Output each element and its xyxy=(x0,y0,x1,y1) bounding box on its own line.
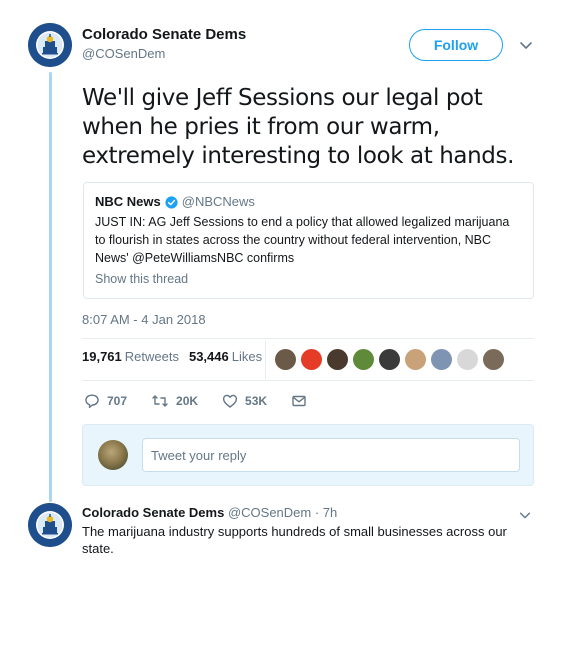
retweet-button[interactable]: 20K xyxy=(151,393,198,409)
user-handle[interactable]: @COSenDem xyxy=(82,44,246,64)
tweet-header: Colorado Senate Dems @COSenDem xyxy=(82,26,246,64)
reply-composer: Tweet your reply xyxy=(82,424,534,486)
liker-avatar[interactable] xyxy=(431,349,452,370)
show-thread-link[interactable]: Show this thread xyxy=(95,270,522,288)
avatar-colorado-senate-dems[interactable] xyxy=(28,23,72,67)
liker-avatar[interactable] xyxy=(379,349,400,370)
tweet-text: We'll give Jeff Sessions our legal pot w… xyxy=(82,85,514,169)
quoted-display-name: NBC News xyxy=(95,194,161,209)
liker-avatar[interactable] xyxy=(405,349,426,370)
display-name[interactable]: Colorado Senate Dems xyxy=(82,26,246,44)
retweets-label[interactable]: Retweets xyxy=(125,349,179,364)
follow-button[interactable]: Follow xyxy=(409,29,503,61)
liker-avatar[interactable] xyxy=(353,349,374,370)
liker-avatar[interactable] xyxy=(483,349,504,370)
divider xyxy=(82,338,534,339)
liker-avatar[interactable] xyxy=(275,349,296,370)
quoted-tweet[interactable]: NBC News @NBCNews JUST IN: AG Jeff Sessi… xyxy=(83,182,534,299)
user-handle[interactable]: @COSenDem xyxy=(228,505,311,520)
liker-avatar[interactable] xyxy=(457,349,478,370)
quoted-tweet-header: NBC News @NBCNews xyxy=(95,193,522,211)
chevron-down-icon[interactable] xyxy=(518,508,532,522)
divider xyxy=(82,380,534,381)
verified-badge-icon xyxy=(165,195,178,209)
tweet-stats: 19,761 Retweets 53,446 Likes xyxy=(82,349,262,364)
likers-avatars xyxy=(275,349,509,370)
retweets-count[interactable]: 19,761 xyxy=(82,349,122,364)
like-button[interactable]: 53K xyxy=(222,393,267,409)
direct-message-button[interactable] xyxy=(291,393,314,409)
chevron-down-icon[interactable] xyxy=(518,37,534,53)
likes-label[interactable]: Likes xyxy=(232,349,262,364)
liker-avatar[interactable] xyxy=(301,349,322,370)
current-user-avatar[interactable] xyxy=(98,440,128,470)
avatar-colorado-senate-dems[interactable] xyxy=(28,503,72,547)
reply-count: 707 xyxy=(107,394,128,408)
thread-reply-tweet[interactable]: Colorado Senate Dems @COSenDem · 7h The … xyxy=(82,504,532,557)
display-name[interactable]: Colorado Senate Dems xyxy=(82,505,224,520)
like-count: 53K xyxy=(245,394,268,408)
stats-separator xyxy=(265,341,266,379)
tweet-actions: 707 20K 53K xyxy=(84,393,332,409)
heart-icon xyxy=(222,394,238,408)
retweet-count: 20K xyxy=(176,394,199,408)
retweet-icon xyxy=(152,395,168,407)
reply-icon xyxy=(85,394,99,409)
tweet-time[interactable]: · 7h xyxy=(315,505,337,520)
quoted-handle: @NBCNews xyxy=(181,194,255,209)
tweet-timestamp[interactable]: 8:07 AM - 4 Jan 2018 xyxy=(82,312,206,327)
quoted-tweet-text: JUST IN: AG Jeff Sessions to end a polic… xyxy=(95,215,510,265)
liker-avatar[interactable] xyxy=(327,349,348,370)
tweet-text: The marijuana industry supports hundreds… xyxy=(82,524,507,556)
envelope-icon xyxy=(292,395,306,407)
reply-input[interactable]: Tweet your reply xyxy=(142,438,520,472)
thread-connector-line xyxy=(49,72,52,502)
likes-count[interactable]: 53,446 xyxy=(189,349,229,364)
reply-button[interactable]: 707 xyxy=(84,393,127,409)
